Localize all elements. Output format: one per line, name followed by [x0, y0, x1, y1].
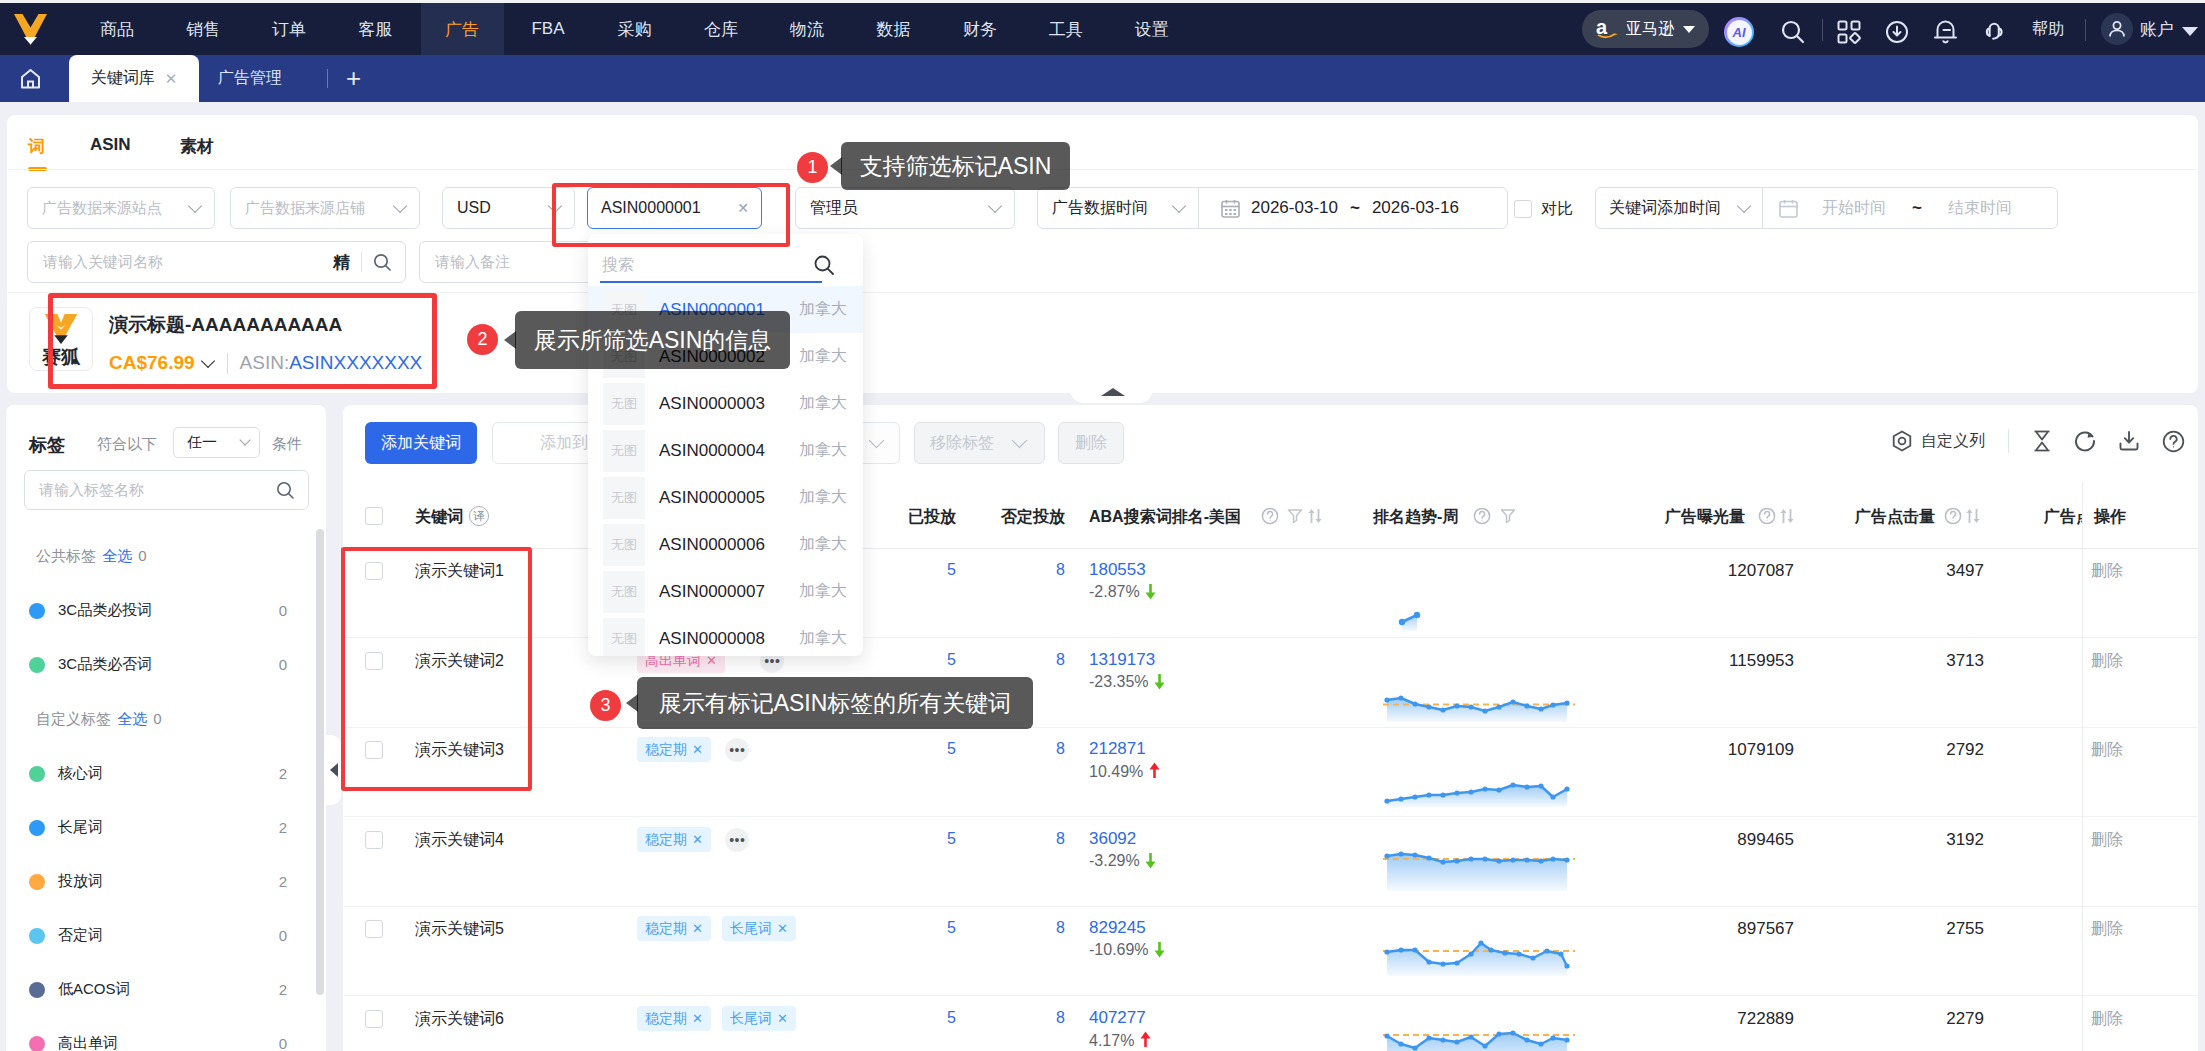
svg-text:a: a: [1596, 17, 1608, 38]
